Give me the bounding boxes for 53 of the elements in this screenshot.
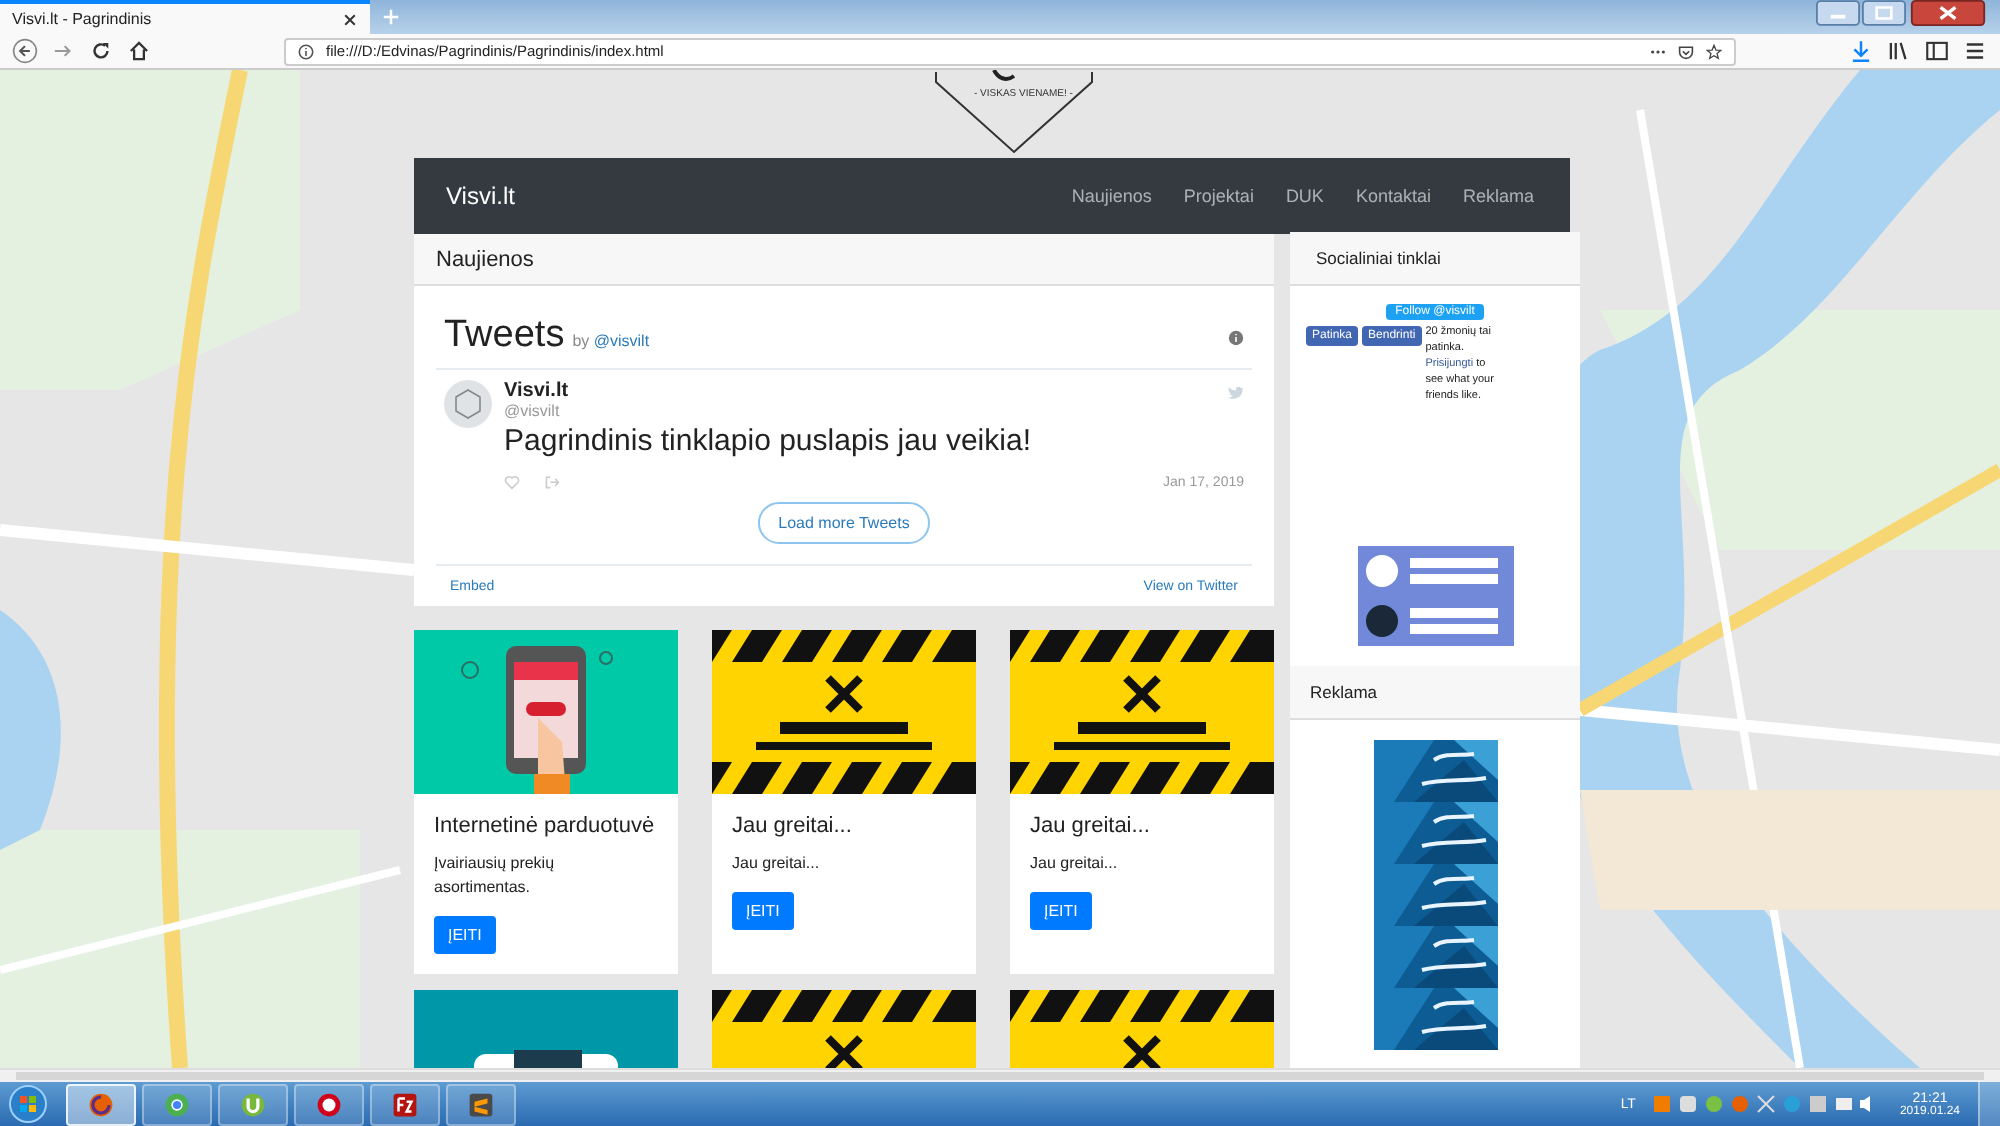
nav-link[interactable]: Projektai	[1183, 186, 1254, 206]
app-icon	[316, 1091, 342, 1117]
card-title: Jau greitai...	[1030, 814, 1150, 838]
download-icon[interactable]	[1848, 38, 1874, 64]
close-icon[interactable]	[342, 11, 358, 27]
menu-icon[interactable]	[1962, 38, 1988, 64]
close-icon[interactable]	[1908, 0, 1988, 26]
app-icon	[240, 1091, 266, 1117]
card-text: Jau greitai...	[732, 852, 820, 876]
panel-title: Naujienos	[436, 247, 534, 271]
app-icon	[392, 1091, 418, 1117]
reload-icon[interactable]	[88, 38, 114, 64]
enter-button[interactable]: ĮEITI	[732, 892, 794, 930]
taskbar-app-button[interactable]	[294, 1083, 364, 1125]
panel-title: Reklama	[1310, 682, 1378, 702]
timeline-title: Tweets	[444, 314, 565, 358]
back-icon[interactable]	[12, 38, 38, 64]
app-icon	[88, 1091, 114, 1117]
taskbar-app-button[interactable]	[370, 1083, 440, 1125]
card-title: Jau greitai...	[732, 814, 852, 838]
card-text: Jau greitai...	[1030, 852, 1118, 876]
tweet-author: Visvi.lt	[504, 380, 569, 402]
load-more-button[interactable]: Load more Tweets	[758, 502, 930, 544]
tweet-handle: @visvilt	[504, 402, 562, 420]
minimize-icon[interactable]	[1816, 0, 1860, 26]
taskbar-app-button[interactable]	[446, 1083, 516, 1125]
sidebar-icon[interactable]	[1924, 38, 1950, 64]
enter-button[interactable]: ĮEITI	[434, 916, 496, 954]
start-button[interactable]	[8, 1084, 48, 1124]
app-icon	[468, 1091, 494, 1117]
info-icon	[298, 43, 314, 59]
maximize-icon[interactable]	[1862, 0, 1906, 26]
home-icon[interactable]	[126, 38, 152, 64]
star-icon[interactable]	[1706, 43, 1722, 59]
browser-tab[interactable]: Visvi.lt - Pagrindinis	[0, 0, 370, 34]
app-icon	[164, 1091, 190, 1117]
card-title: Internetinė parduotuvė	[434, 814, 655, 838]
nav-link[interactable]: DUK	[1285, 186, 1324, 206]
panel-title: Socialiniai tinklai	[1316, 248, 1441, 268]
horizontal-scrollbar[interactable]	[0, 1068, 2000, 1082]
info-icon[interactable]	[1228, 330, 1244, 346]
bird-icon	[1228, 383, 1244, 399]
nav-link[interactable]: Reklama	[1462, 186, 1534, 206]
enter-button[interactable]: ĮEITI	[1030, 892, 1092, 930]
tweet-text: Pagrindinis tinklapio puslapis jau veikia!	[504, 424, 1033, 458]
timeline-byline: by @visvilt	[572, 332, 650, 350]
nav-link[interactable]: Naujienos	[1071, 186, 1152, 206]
site-brand[interactable]: Visvi.lt	[446, 182, 515, 210]
card-text: Įvairiausių prekių asortimentas.	[434, 852, 557, 900]
taskbar-app-button[interactable]	[218, 1083, 288, 1125]
taskbar-app-button[interactable]	[66, 1083, 136, 1125]
avatar	[444, 380, 492, 428]
nav-link[interactable]: Kontaktai	[1355, 186, 1431, 206]
